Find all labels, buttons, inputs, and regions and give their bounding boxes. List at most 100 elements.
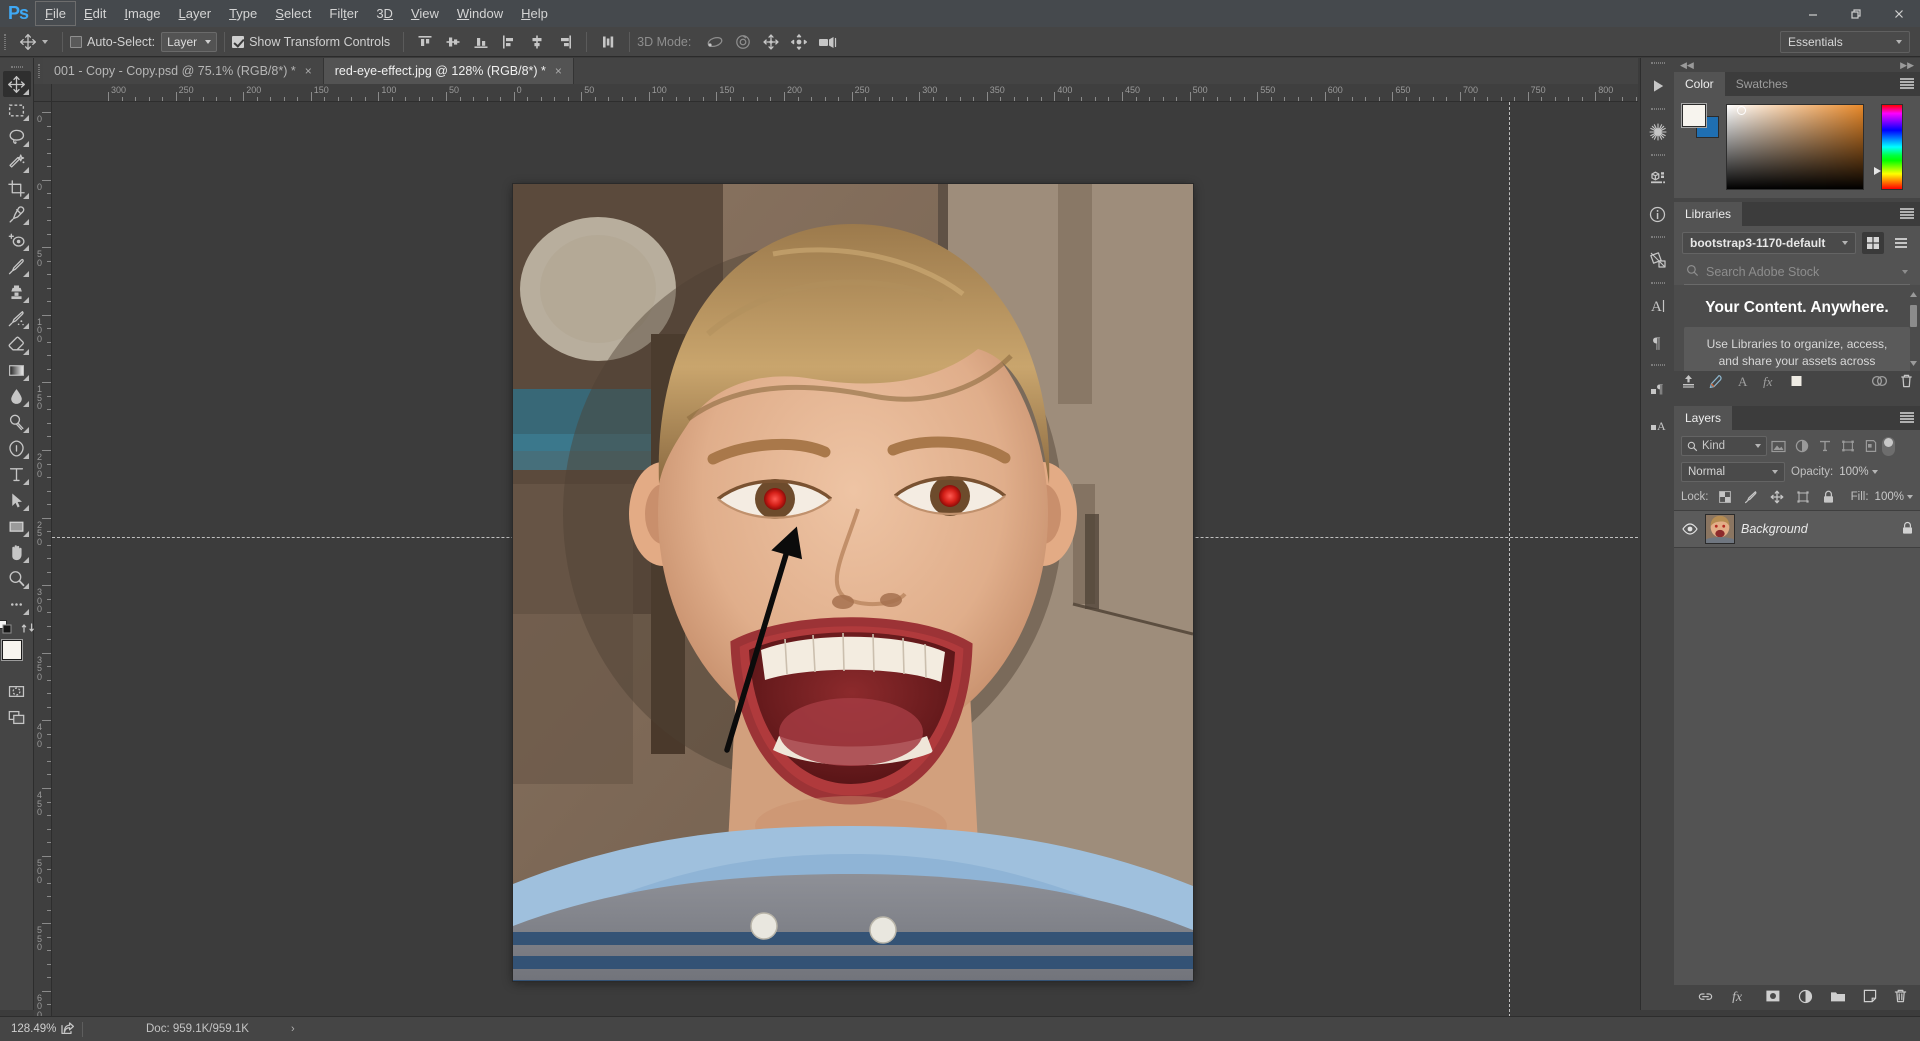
edit-toolbar-tool[interactable] [3,591,31,617]
align-vertical-centers-icon[interactable] [441,30,465,54]
zoom-3d-camera-icon[interactable] [815,30,839,54]
color-field-picker[interactable] [1737,106,1746,115]
slide-3d-icon[interactable] [787,30,811,54]
add-graphic-icon[interactable] [1708,374,1724,391]
history-brush-tool[interactable] [3,305,31,331]
hand-tool[interactable] [3,539,31,565]
upload-icon[interactable] [1681,374,1696,391]
rectangular-marquee-tool[interactable] [3,97,31,123]
options-bar-grip[interactable] [0,27,10,57]
histogram-icon[interactable] [1641,114,1675,150]
pan-3d-icon[interactable] [759,30,783,54]
color-panel-swatches[interactable] [1682,104,1719,138]
menu-help[interactable]: Help [512,2,557,25]
rail-grip[interactable] [1641,150,1674,160]
brush-tool[interactable] [3,253,31,279]
document-tab[interactable]: 001 - Copy - Copy.psd @ 75.1% (RGB/8*) *… [43,58,324,84]
close-icon[interactable]: × [555,65,562,77]
dodge-tool[interactable] [3,409,31,435]
roll-3d-icon[interactable] [731,30,755,54]
move-tool[interactable] [2,71,31,97]
filter-adjustment-icon[interactable] [1790,436,1813,456]
vertical-guide[interactable] [1509,102,1510,1017]
tab-swatches[interactable]: Swatches [1724,72,1799,96]
character-styles-panel-icon[interactable]: ¶ [1641,370,1675,406]
delete-layer-icon[interactable] [1894,989,1907,1006]
rail-grip[interactable] [1641,58,1674,68]
tab-bar-grip[interactable] [34,58,43,84]
collapse-left-icon[interactable]: ◀◀ [1680,60,1694,71]
character-panel-icon[interactable]: A [1641,288,1675,324]
menu-window[interactable]: Window [448,2,512,25]
current-tool-preset[interactable] [10,31,55,53]
add-layer-style-icon[interactable]: fx [1762,374,1778,391]
restore-button[interactable] [1834,0,1877,27]
swap-colors-icon[interactable] [21,621,35,638]
ruler-corner[interactable] [34,84,52,102]
menu-3d[interactable]: 3D [367,2,402,25]
panel-collapse-bar[interactable]: ◀◀ ▶▶ [1674,58,1920,72]
rectangle-tool[interactable] [3,513,31,539]
fill-field[interactable]: 100% [1875,491,1913,503]
lock-image-pixels-icon[interactable] [1741,487,1761,507]
rail-grip[interactable] [1641,232,1674,242]
panel-menu-icon[interactable] [1900,208,1914,219]
close-button[interactable] [1877,0,1920,27]
blur-tool[interactable] [3,383,31,409]
add-text-style-icon[interactable]: A [1736,374,1750,391]
gradient-tool[interactable] [3,357,31,383]
pen-tool[interactable] [3,435,31,461]
add-color-icon[interactable] [1790,374,1804,391]
layer-visibility-eye-icon[interactable] [1680,523,1699,535]
lock-transparent-pixels-icon[interactable] [1715,487,1735,507]
menu-image[interactable]: Image [115,2,169,25]
list-view-icon[interactable] [1890,232,1912,254]
distribute-icon[interactable] [596,30,620,54]
panel-menu-icon[interactable] [1900,412,1914,423]
layer-lock-icon[interactable] [1901,521,1914,538]
auto-select-checkbox[interactable] [70,35,82,48]
new-layer-icon[interactable] [1863,989,1877,1006]
auto-select-scope-select[interactable]: Layer [161,31,218,52]
show-transform-controls-checkbox[interactable] [232,35,245,48]
eyedropper-tool[interactable] [3,201,31,227]
menu-type[interactable]: Type [220,2,266,25]
align-right-edges-icon[interactable] [553,30,577,54]
filter-pixel-icon[interactable] [1767,436,1790,456]
color-field[interactable] [1726,104,1864,190]
layer-name[interactable]: Background [1741,522,1895,536]
canvas-area[interactable] [52,102,1638,1017]
zoom-tool[interactable] [3,565,31,591]
color-panel-foreground-swatch[interactable] [1682,104,1706,127]
align-bottom-edges-icon[interactable] [469,30,493,54]
chevron-down-icon[interactable] [1902,270,1908,274]
3d-panel-icon[interactable] [1641,160,1675,196]
play-actions-icon[interactable] [1641,68,1675,104]
status-expand-arrow[interactable]: › [291,1023,295,1035]
default-colors-icon[interactable] [0,620,13,638]
horizontal-type-tool[interactable] [3,461,31,487]
workspace-selector[interactable]: Essentials [1780,31,1910,53]
path-selection-tool[interactable] [3,487,31,513]
quick-selection-tool[interactable] [3,149,31,175]
menu-select[interactable]: Select [266,2,320,25]
hue-slider[interactable] [1874,104,1903,190]
add-layer-mask-icon[interactable] [1765,989,1781,1006]
document-image[interactable] [513,184,1193,981]
close-icon[interactable]: × [305,65,312,77]
paragraph-panel-icon[interactable]: ¶ [1641,324,1675,360]
spot-healing-brush-tool[interactable] [3,227,31,253]
creative-cloud-icon[interactable] [1871,374,1888,391]
tools-panel-grip[interactable] [0,62,33,71]
quick-mask-mode-icon[interactable] [3,678,31,704]
layer-style-fx-icon[interactable]: fx [1731,989,1748,1006]
menu-file[interactable]: File [35,1,76,26]
delete-icon[interactable] [1900,374,1913,391]
tab-layers[interactable]: Layers [1674,406,1733,430]
layer-thumbnail[interactable] [1705,514,1735,544]
tab-libraries[interactable]: Libraries [1674,202,1743,226]
vertical-ruler[interactable]: 0050100150200250300350400450500550600650 [34,102,52,1017]
rail-grip[interactable] [1641,278,1674,288]
menu-edit[interactable]: Edit [75,2,115,25]
search-adobe-stock-field[interactable]: Search Adobe Stock [1684,260,1910,285]
